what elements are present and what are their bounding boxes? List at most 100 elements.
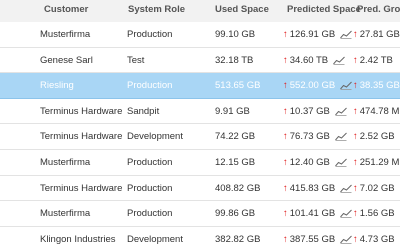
cell-predicted-space: ↑ 12.40 GB: [283, 157, 347, 168]
column-header-customer[interactable]: Customer: [44, 4, 88, 15]
pred-growth-value: 2.52 GB: [359, 131, 395, 143]
cell-used-space: 12.15 GB: [215, 157, 256, 168]
predicted-space-value: 415.83 GB: [289, 182, 336, 194]
cell-predicted-space: ↑ 101.41 GB: [283, 208, 353, 220]
arrow-up-icon: ↑: [283, 233, 288, 245]
cell-system-role: Production: [127, 29, 173, 40]
arrow-up-icon: ↑: [283, 208, 288, 220]
table-row[interactable]: Musterfirma Production 99.10 GB ↑ 126.91 GB ↑…: [0, 22, 400, 48]
cell-used-space: 9.91 GB: [215, 105, 250, 117]
cell-system-role: Production: [127, 157, 173, 168]
predicted-space-value: 101.41 GB: [289, 208, 336, 220]
cell-predicted-space: ↑ 10.37 GB: [283, 106, 347, 117]
pred-growth-value: 1.56 GB: [359, 208, 395, 220]
table-row[interactable]: Musterfirma Production 12.15 GB ↑ 12.40 GB ↑ 2…: [0, 150, 400, 176]
cell-customer: Klingon Industries: [40, 233, 116, 245]
table-row[interactable]: Terminus Hardware Development 74.22 GB ↑ 76.…: [0, 124, 400, 150]
table-row[interactable]: Terminus Hardware Sandpit 9.91 GB ↑ 10.37 GB…: [0, 98, 400, 125]
pred-growth-value: 38.35 GB: [359, 80, 400, 92]
cell-pred-growth: ↑ 251.29 M: [353, 157, 399, 168]
pred-growth-value: 474.78 M: [359, 105, 400, 117]
arrow-up-icon: ↑: [353, 29, 358, 40]
cell-predicted-space: ↑ 552.00 GB: [283, 80, 353, 92]
arrow-up-icon: ↑: [283, 157, 288, 168]
cell-pred-growth: ↑ 2.42 TB: [353, 55, 393, 66]
table-row[interactable]: Musterfirma Production 99.86 GB ↑ 101.41 GB ↑…: [0, 201, 400, 227]
predicted-space-value: 12.40 GB: [289, 157, 330, 168]
grid-header: Customer System Role Used Space Predicte…: [0, 0, 400, 23]
trend-chart-icon[interactable]: [340, 184, 353, 193]
trend-chart-icon[interactable]: [335, 158, 347, 167]
pred-growth-value: 27.81 GB: [359, 29, 400, 40]
arrow-up-icon: ↑: [353, 80, 358, 92]
cell-used-space: 382.82 GB: [215, 233, 261, 245]
trend-chart-icon[interactable]: [333, 56, 345, 65]
cell-predicted-space: ↑ 76.73 GB: [283, 131, 347, 142]
pred-growth-value: 7.02 GB: [359, 182, 395, 194]
arrow-up-icon: ↑: [283, 131, 288, 143]
cell-customer: Terminus Hardware: [40, 182, 123, 194]
cell-used-space: 99.10 GB: [215, 29, 256, 40]
cell-predicted-space: ↑ 415.83 GB: [283, 182, 353, 194]
cell-pred-growth: ↑ 38.35 GB: [353, 80, 400, 91]
cell-customer: Genese Sarl: [40, 54, 93, 66]
cell-system-role: Production: [127, 182, 173, 194]
trend-chart-icon[interactable]: [340, 81, 353, 91]
column-header-system-role[interactable]: System Role: [128, 4, 185, 15]
pred-growth-value: 2.42 TB: [359, 54, 393, 66]
predicted-space-value: 34.60 TB: [289, 54, 329, 66]
arrow-up-icon: ↑: [283, 105, 288, 117]
trend-chart-icon[interactable]: [335, 132, 347, 142]
cell-customer: Musterfirma: [40, 157, 91, 168]
data-grid: Customer System Role Used Space Predicte…: [0, 0, 400, 250]
table-row[interactable]: Genese Sarl Test 32.18 TB ↑ 34.60 TB ↑ 2.42 TB: [0, 47, 400, 74]
cell-pred-growth: ↑ 1.56 GB: [353, 208, 395, 219]
trend-chart-icon[interactable]: [340, 209, 353, 219]
predicted-space-value: 387.55 GB: [289, 233, 336, 245]
cell-customer: Riesling: [40, 80, 74, 92]
cell-customer: Musterfirma: [40, 29, 91, 40]
arrow-up-icon: ↑: [353, 233, 358, 245]
cell-system-role: Development: [127, 233, 183, 245]
table-row[interactable]: Terminus Hardware Production 408.82 GB ↑ 415…: [0, 175, 400, 202]
cell-used-space: 408.82 GB: [215, 182, 261, 194]
pred-growth-value: 251.29 M: [359, 157, 400, 168]
trend-chart-icon[interactable]: [335, 107, 347, 116]
arrow-up-icon: ↑: [283, 80, 288, 92]
cell-used-space: 32.18 TB: [215, 54, 254, 66]
arrow-up-icon: ↑: [353, 157, 358, 168]
cell-pred-growth: ↑ 474.78 M: [353, 106, 399, 117]
column-header-used-space[interactable]: Used Space: [215, 4, 269, 15]
arrow-up-icon: ↑: [353, 54, 358, 66]
cell-system-role: Test: [127, 54, 145, 66]
cell-used-space: 513.65 GB: [215, 80, 261, 92]
trend-chart-icon[interactable]: [340, 30, 353, 39]
arrow-up-icon: ↑: [353, 105, 358, 117]
predicted-space-value: 126.91 GB: [289, 29, 336, 40]
pred-growth-value: 4.73 GB: [359, 233, 395, 245]
column-header-pred-growth[interactable]: Pred. Grow: [357, 4, 400, 15]
cell-used-space: 74.22 GB: [215, 131, 256, 143]
cell-customer: Terminus Hardware: [40, 131, 123, 143]
cell-system-role: Sandpit: [127, 105, 160, 117]
cell-pred-growth: ↑ 27.81 GB: [353, 29, 400, 40]
cell-system-role: Development: [127, 131, 183, 143]
arrow-up-icon: ↑: [283, 54, 288, 66]
column-header-predicted-space[interactable]: Predicted Space: [287, 4, 361, 15]
predicted-space-value: 76.73 GB: [289, 131, 330, 143]
arrow-up-icon: ↑: [283, 182, 288, 194]
cell-pred-growth: ↑ 7.02 GB: [353, 183, 395, 194]
trend-chart-icon[interactable]: [340, 235, 353, 244]
table-row[interactable]: Riesling Production 513.65 GB ↑ 552.00 GB ↑ 38…: [0, 73, 400, 99]
cell-predicted-space: ↑ 34.60 TB: [283, 55, 345, 66]
arrow-up-icon: ↑: [353, 131, 358, 143]
table-row[interactable]: Klingon Industries Development 382.82 GB ↑ 3…: [0, 226, 400, 250]
cell-predicted-space: ↑ 387.55 GB: [283, 233, 353, 245]
cell-pred-growth: ↑ 4.73 GB: [353, 234, 395, 245]
cell-predicted-space: ↑ 126.91 GB: [283, 29, 353, 40]
cell-customer: Musterfirma: [40, 208, 91, 220]
cell-pred-growth: ↑ 2.52 GB: [353, 131, 395, 142]
cell-system-role: Production: [127, 80, 173, 92]
predicted-space-value: 10.37 GB: [289, 105, 330, 117]
cell-system-role: Production: [127, 208, 173, 220]
